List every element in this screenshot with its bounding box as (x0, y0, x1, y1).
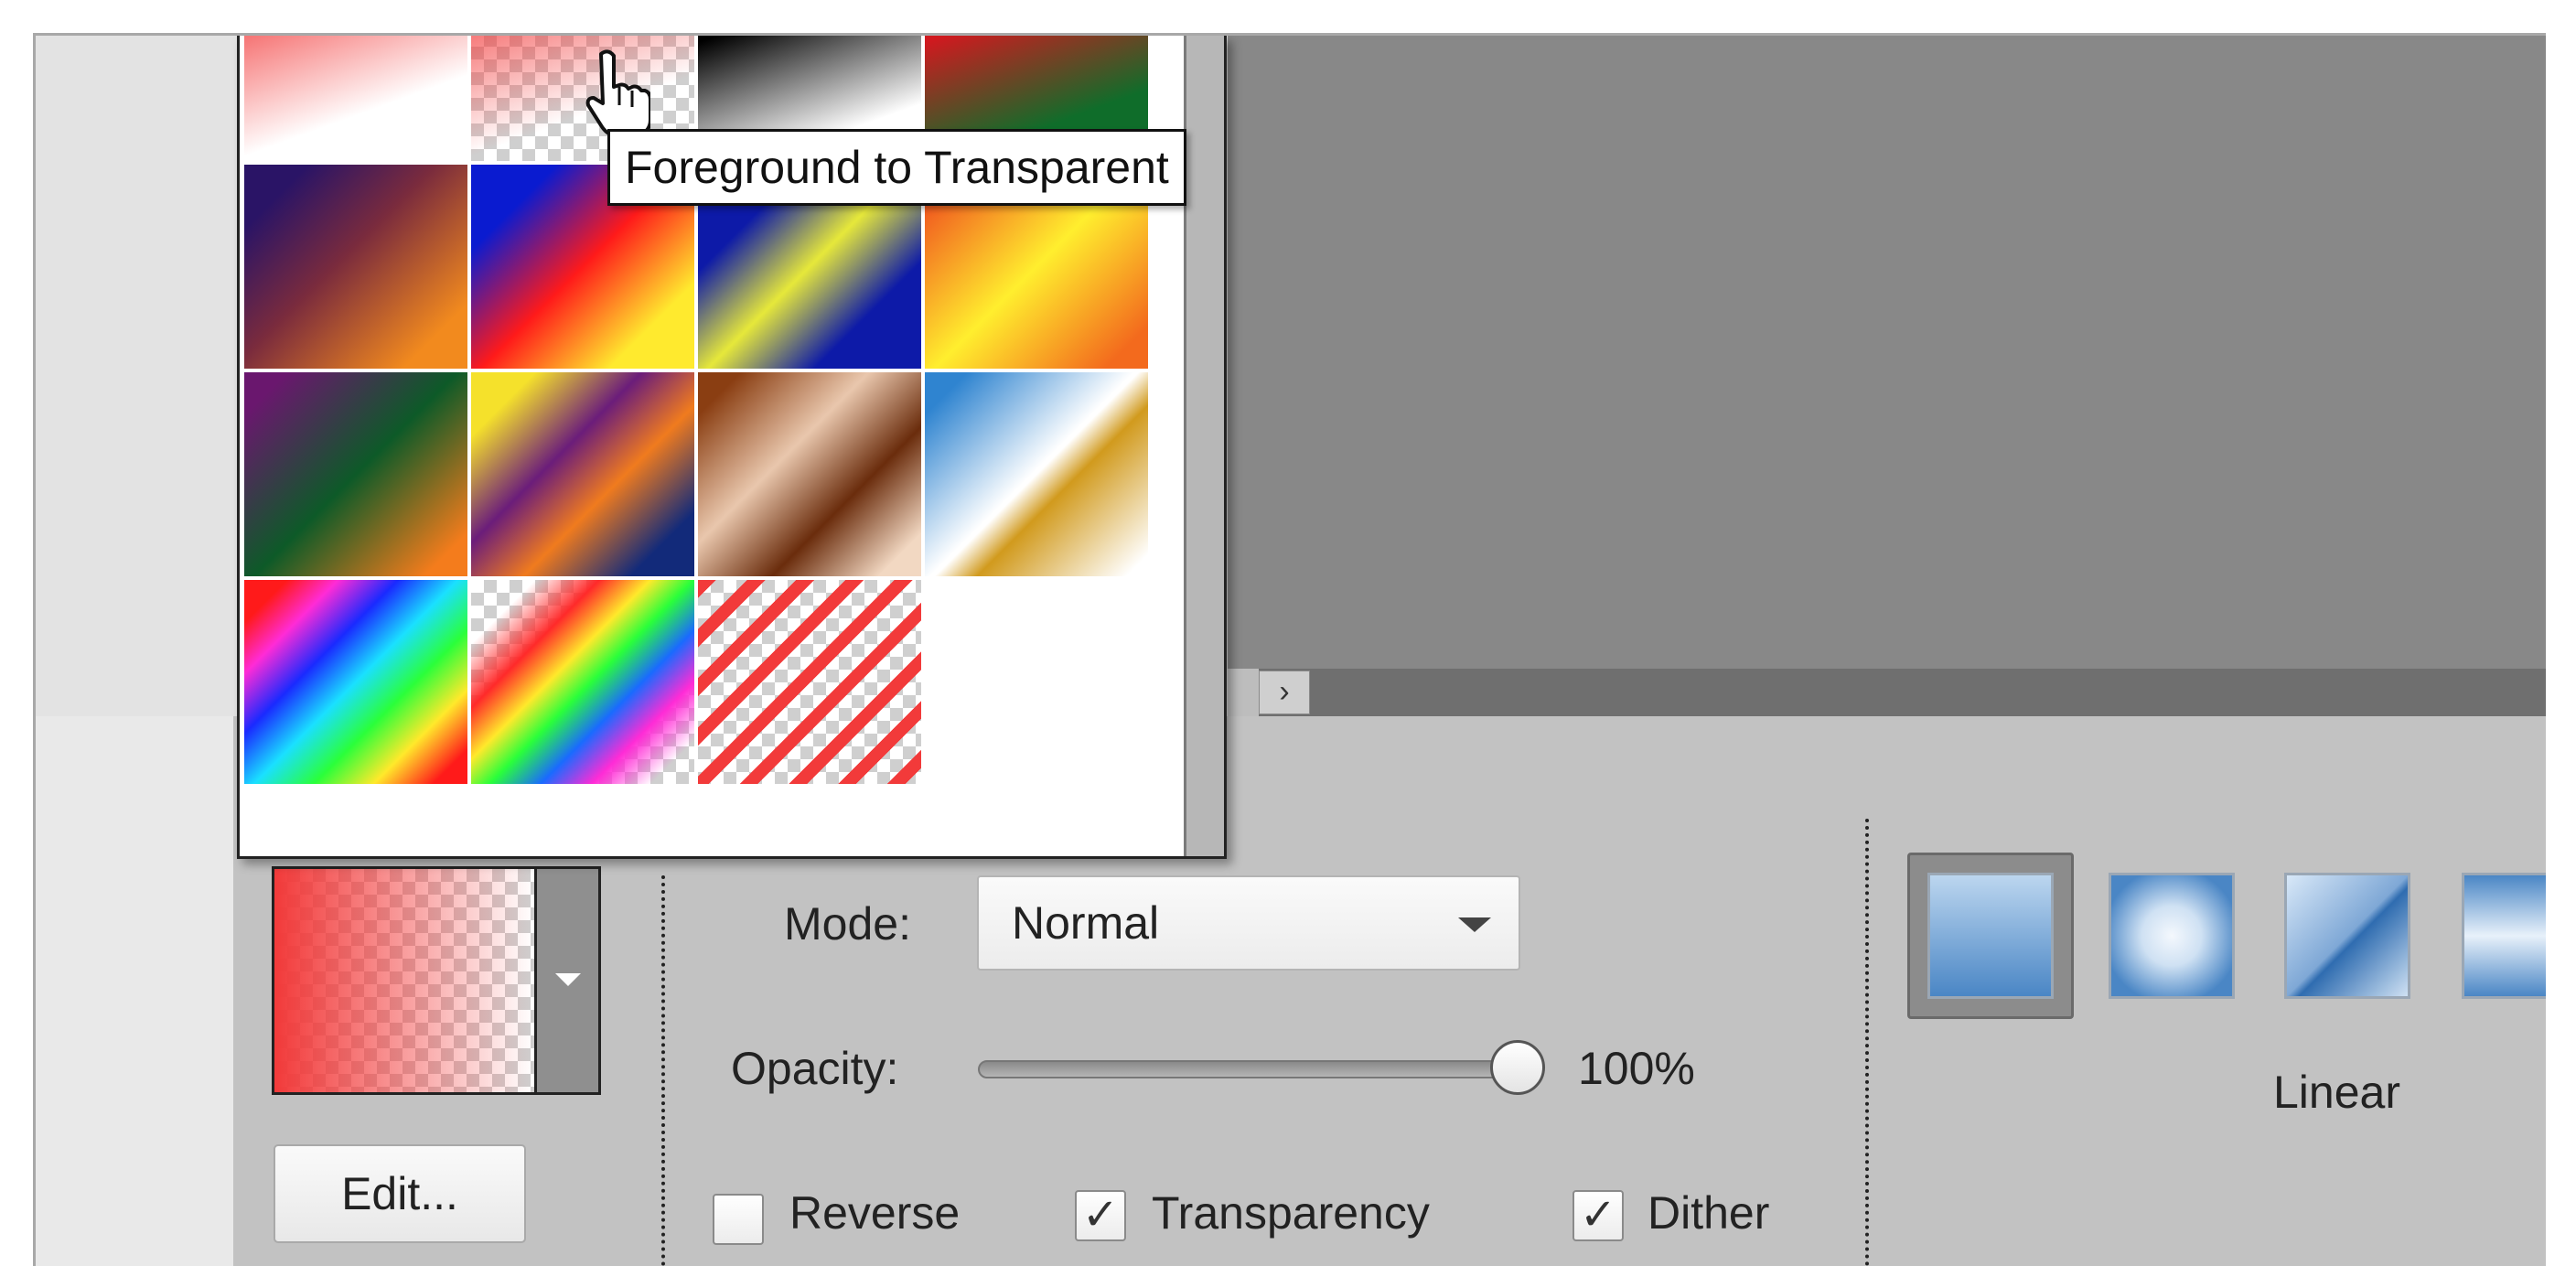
editor-window: › Edit... Mode: Normal Opacity: 100% Rev… (33, 33, 2546, 1266)
gradient-preview[interactable] (272, 866, 601, 1095)
preset-spectrum[interactable] (242, 578, 469, 786)
opacity-slider[interactable] (978, 1060, 1530, 1078)
tools-panel-edge (36, 716, 233, 1266)
gradient-picker-dropdown-button[interactable] (534, 869, 598, 1092)
preset-yellow-violet-orange-blue[interactable] (469, 370, 696, 578)
angle-gradient-button[interactable] (2284, 873, 2410, 999)
canvas-area[interactable] (1228, 36, 2546, 669)
gradient-preview-swatch[interactable] (274, 869, 534, 1092)
preset-foreground-to-background[interactable] (242, 36, 469, 163)
mode-select[interactable]: Normal (977, 875, 1520, 971)
transparency-label[interactable]: Transparency (1152, 1186, 1430, 1239)
edit-button[interactable]: Edit... (274, 1144, 526, 1243)
preset-violet-green-orange[interactable] (242, 370, 469, 578)
scrollbar-cap (1228, 669, 1259, 716)
picker-scrollbar[interactable] (1184, 36, 1224, 856)
chevron-down-icon (555, 973, 581, 986)
dither-checkbox[interactable]: ✓ (1572, 1190, 1624, 1241)
mode-select-value: Normal (1012, 897, 1160, 949)
preset-chrome[interactable] (923, 370, 1150, 578)
tooltip: Foreground to Transparent (607, 129, 1186, 206)
opacity-slider-thumb[interactable] (1490, 1040, 1545, 1095)
reflected-gradient-button[interactable] (2462, 873, 2546, 999)
radial-gradient-button[interactable] (2109, 873, 2235, 999)
gradient-type-label: Linear (2273, 1067, 2400, 1118)
preset-transparent-stripes[interactable] (696, 578, 923, 786)
horizontal-scrollbar[interactable] (1228, 669, 2546, 716)
chevron-down-icon (1458, 917, 1491, 932)
preset-transparent-rainbow[interactable] (469, 578, 696, 786)
reverse-checkbox[interactable] (713, 1194, 764, 1245)
reverse-label[interactable]: Reverse (789, 1186, 960, 1239)
separator (1865, 819, 1869, 1266)
preset-copper[interactable] (696, 370, 923, 578)
dither-label[interactable]: Dither (1648, 1186, 1769, 1239)
transparency-checkbox[interactable]: ✓ (1075, 1190, 1126, 1241)
separator (661, 875, 665, 1266)
opacity-label: Opacity: (731, 1043, 899, 1094)
opacity-value: 100% (1578, 1043, 1695, 1094)
preset-violet-orange[interactable] (242, 163, 469, 370)
mode-label: Mode: (784, 898, 911, 950)
scroll-right-arrow-icon[interactable]: › (1259, 671, 1310, 714)
hand-cursor-icon (585, 49, 650, 138)
linear-gradient-button[interactable] (1927, 873, 2054, 999)
